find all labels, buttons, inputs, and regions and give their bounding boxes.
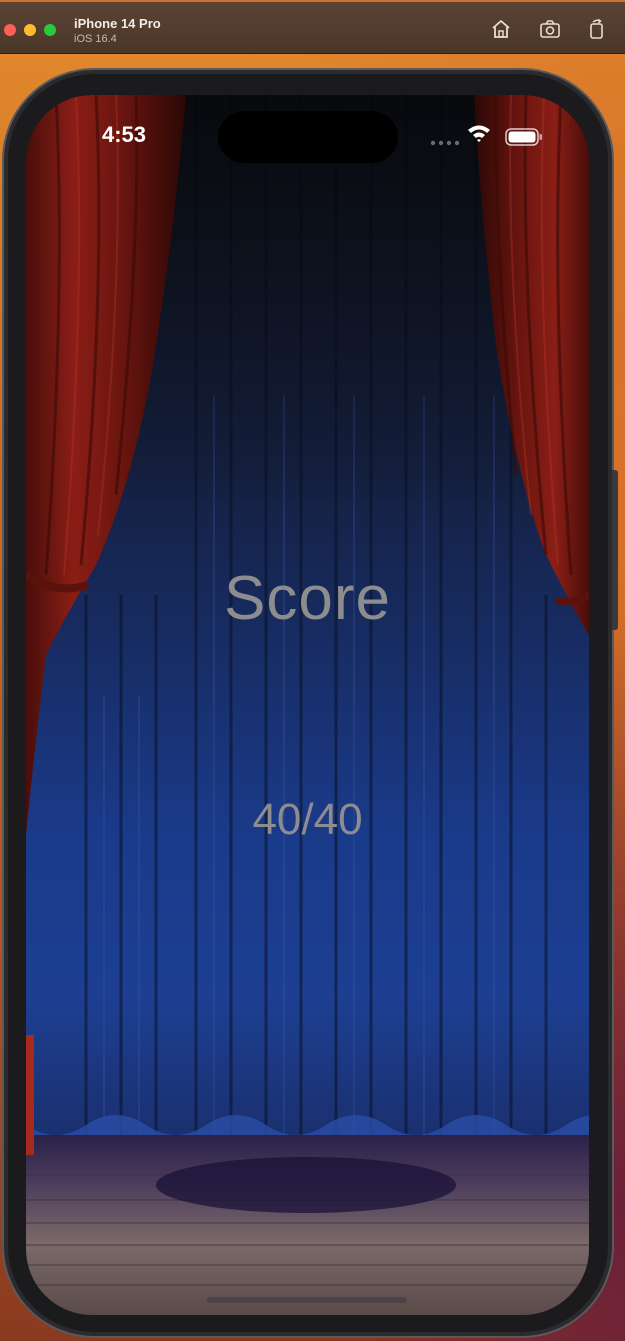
dynamic-island (218, 111, 398, 163)
wifi-icon (468, 125, 490, 142)
home-button[interactable] (490, 18, 512, 40)
score-value: 40/40 (252, 795, 363, 844)
cellular-signal-icon (430, 140, 460, 146)
os-version: iOS 16.4 (74, 33, 117, 45)
close-window-button[interactable] (4, 24, 16, 36)
battery-icon (505, 128, 542, 146)
home-icon (492, 20, 510, 38)
power-button (612, 470, 618, 630)
minimize-window-button[interactable] (24, 24, 36, 36)
simulator-title-bar: iPhone 14 Pro iOS 16.4 (0, 0, 625, 54)
desktop-background: iPhone 14 Pro iOS 16.4 4:53 Score 40/40 (0, 0, 625, 1341)
rotate-icon (590, 18, 603, 39)
score-title: Score (224, 564, 391, 633)
theater-stage-background (26, 95, 589, 1315)
zoom-window-button[interactable] (44, 24, 56, 36)
screenshot-icon (540, 20, 560, 38)
rotate-button[interactable] (586, 18, 608, 40)
screenshot-button[interactable] (539, 18, 561, 40)
device-name: iPhone 14 Pro (74, 16, 161, 31)
status-time: 4:53 (102, 122, 147, 147)
home-indicator[interactable] (207, 1297, 407, 1303)
device-screen[interactable]: 4:53 Score 40/40 (26, 95, 589, 1315)
